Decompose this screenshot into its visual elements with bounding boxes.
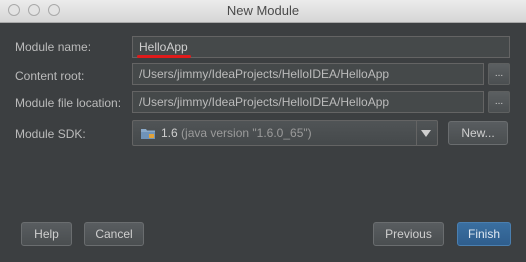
module-name-label: Module name: [15,40,92,54]
content-root-input[interactable]: /Users/jimmy/IdeaProjects/HelloIDEA/Hell… [132,63,484,85]
sdk-version: 1.6 [161,126,178,140]
new-sdk-button[interactable]: New... [448,121,508,145]
module-file-browse-button[interactable]: ... [488,91,510,113]
cancel-button[interactable]: Cancel [84,222,144,246]
sdk-java-version: (java version "1.6.0_65") [181,126,312,140]
module-sdk-select[interactable]: 1.6 (java version "1.6.0_65") [132,120,438,146]
titlebar: New Module [0,0,526,23]
new-module-dialog: New Module Module name: HelloApp Content… [0,0,526,262]
help-button[interactable]: Help [21,222,72,246]
module-file-location-label: Module file location: [15,96,122,110]
finish-button[interactable]: Finish [457,222,511,246]
folder-icon [141,129,155,139]
module-sdk-label: Module SDK: [15,127,86,141]
content-root-label: Content root: [15,69,85,83]
sdk-value: 1.6 (java version "1.6.0_65") [161,126,312,140]
content-root-browse-button[interactable]: ... [488,63,510,85]
highlight-underline [137,55,191,58]
select-divider [416,121,417,145]
chevron-down-icon[interactable] [421,130,431,137]
previous-button[interactable]: Previous [373,222,444,246]
module-file-location-input[interactable]: /Users/jimmy/IdeaProjects/HelloIDEA/Hell… [132,91,484,113]
window-title: New Module [226,3,300,18]
